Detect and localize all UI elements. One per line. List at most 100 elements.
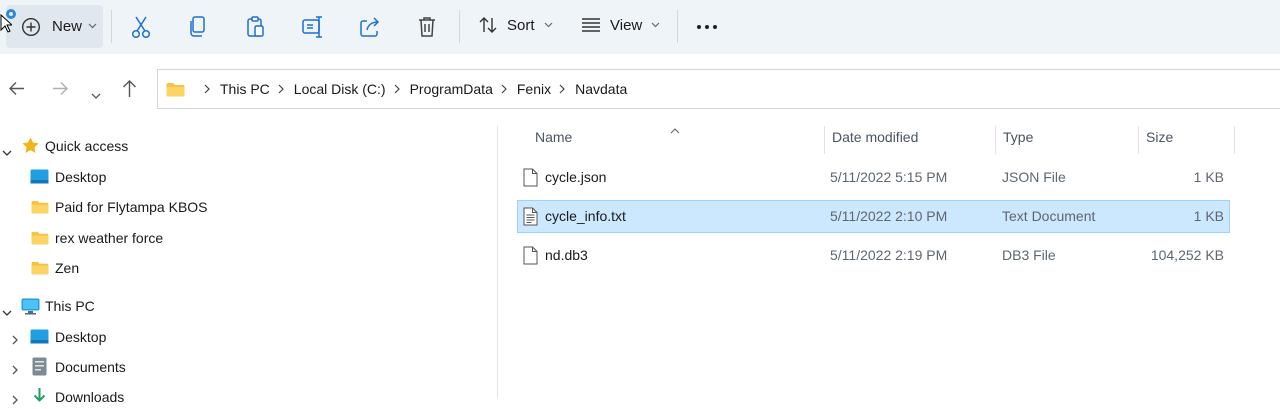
chevron-down-icon[interactable]	[2, 303, 12, 319]
tree-item-label: Documents	[55, 359, 126, 375]
file-row[interactable]: nd.db3 5/11/2022 2:19 PM DB3 File 104,25…	[517, 239, 1230, 272]
view-button[interactable]: View	[581, 15, 660, 35]
breadcrumb-chevron-icon[interactable]	[559, 84, 565, 94]
desktop-icon	[30, 329, 49, 347]
column-header-name[interactable]: Name	[535, 129, 572, 153]
column-divider[interactable]	[1138, 126, 1139, 154]
share-button[interactable]	[358, 15, 382, 39]
desktop-icon	[30, 169, 49, 187]
column-divider[interactable]	[824, 126, 825, 154]
tree-item-this-pc[interactable]: This PC	[0, 294, 497, 318]
breadcrumb-item[interactable]: This PC	[220, 81, 270, 97]
breadcrumb-chevron-icon[interactable]	[204, 84, 210, 94]
column-header-size[interactable]: Size	[1146, 129, 1173, 153]
file-type: JSON File	[1002, 169, 1066, 185]
column-header-type[interactable]: Type	[1003, 129, 1033, 153]
text-file-icon	[523, 207, 538, 229]
tree-item-desktop[interactable]: Desktop	[0, 325, 497, 349]
rename-button[interactable]	[301, 15, 325, 39]
copy-icon	[187, 15, 209, 39]
sort-button-label: Sort	[507, 16, 535, 34]
forward-arrow-icon[interactable]	[52, 80, 69, 100]
tree-item-folder[interactable]: Zen	[0, 256, 497, 280]
column-divider[interactable]	[995, 126, 996, 154]
chevron-down-icon	[88, 23, 97, 29]
tree-item-label: Desktop	[55, 169, 107, 185]
file-size: 1 KB	[1193, 169, 1224, 185]
file-icon	[523, 168, 538, 190]
up-arrow-icon[interactable]	[121, 79, 138, 101]
view-button-label: View	[610, 16, 643, 34]
tree-item-downloads[interactable]: Downloads	[0, 385, 497, 409]
file-name: cycle.json	[545, 169, 607, 185]
breadcrumb-chevron-icon[interactable]	[394, 84, 400, 94]
breadcrumb-chevron-icon[interactable]	[501, 84, 507, 94]
tree-item-folder[interactable]: Paid for Flytampa KBOS	[0, 195, 497, 219]
cut-button[interactable]	[129, 15, 153, 39]
chevron-down-icon[interactable]	[2, 143, 12, 159]
toolbar-separator	[111, 10, 112, 43]
file-type: DB3 File	[1002, 247, 1056, 263]
folder-icon	[166, 82, 185, 100]
command-bar: New Sort View	[0, 0, 1280, 54]
more-icon	[696, 24, 718, 30]
breadcrumb-chevron-icon[interactable]	[278, 84, 284, 94]
tree-item-label: Paid for Flytampa KBOS	[55, 199, 208, 215]
file-row-selected[interactable]: cycle_info.txt 5/11/2022 2:10 PM Text Do…	[517, 200, 1230, 233]
file-type: Text Document	[1002, 208, 1096, 224]
navigation-pane: Quick access Desktop Paid for Flytampa K…	[0, 126, 497, 405]
see-more-button[interactable]	[696, 24, 718, 30]
computer-icon	[21, 298, 40, 318]
paste-button[interactable]	[244, 15, 268, 39]
view-icon	[581, 15, 601, 35]
file-name: nd.db3	[545, 247, 588, 263]
delete-button[interactable]	[415, 15, 439, 39]
file-date-modified: 5/11/2022 5:15 PM	[830, 169, 948, 185]
tree-item-quick-access[interactable]: Quick access	[0, 134, 497, 158]
sort-icon	[478, 15, 498, 35]
tree-item-label: rex weather force	[55, 230, 164, 246]
toolbar-separator	[677, 10, 678, 43]
file-list: Name Date modified Type Size cycle.json …	[498, 126, 1280, 398]
toolbar-separator	[459, 10, 460, 43]
breadcrumb-item[interactable]: Navdata	[575, 81, 627, 97]
chevron-right-icon[interactable]	[12, 332, 18, 348]
rename-icon	[301, 15, 325, 39]
documents-icon	[32, 357, 47, 379]
mouse-cursor-icon	[0, 13, 14, 36]
sort-ascending-icon	[670, 121, 680, 137]
tree-item-label: This PC	[45, 298, 95, 314]
tree-item-label: Downloads	[55, 389, 125, 405]
tree-item-desktop[interactable]: Desktop	[0, 165, 497, 189]
column-header-date-modified[interactable]: Date modified	[832, 129, 918, 153]
breadcrumb-item[interactable]: ProgramData	[410, 81, 493, 97]
navigation-row: This PC Local Disk (C:) ProgramData Feni…	[0, 54, 1280, 126]
star-icon	[21, 136, 40, 158]
tree-item-folder[interactable]: rex weather force	[0, 226, 497, 250]
chevron-down-icon	[651, 22, 660, 28]
file-row[interactable]: cycle.json 5/11/2022 5:15 PM JSON File 1…	[517, 161, 1230, 194]
breadcrumb-item[interactable]: Fenix	[517, 81, 551, 97]
file-date-modified: 5/11/2022 2:10 PM	[830, 208, 948, 224]
new-button[interactable]: New	[6, 5, 103, 48]
back-arrow-icon[interactable]	[8, 80, 25, 100]
tree-item-label: Zen	[55, 260, 80, 276]
column-divider[interactable]	[1234, 126, 1235, 154]
copy-button[interactable]	[186, 15, 210, 39]
file-name: cycle_info.txt	[545, 208, 626, 224]
breadcrumb: This PC Local Disk (C:) ProgramData Feni…	[196, 70, 627, 108]
recent-locations-chevron-icon[interactable]	[91, 86, 101, 102]
folder-icon	[31, 261, 49, 278]
chevron-down-icon	[544, 22, 553, 28]
paste-icon	[245, 15, 267, 39]
chevron-right-icon[interactable]	[12, 362, 18, 378]
address-bar[interactable]: This PC Local Disk (C:) ProgramData Feni…	[157, 69, 1280, 109]
share-icon	[358, 15, 382, 39]
file-size: 1 KB	[1193, 208, 1224, 224]
folder-icon	[31, 231, 49, 248]
breadcrumb-item[interactable]: Local Disk (C:)	[294, 81, 386, 97]
sort-button[interactable]: Sort	[478, 15, 553, 35]
downloads-icon	[32, 387, 47, 409]
chevron-right-icon[interactable]	[12, 392, 18, 408]
tree-item-documents[interactable]: Documents	[0, 355, 497, 379]
